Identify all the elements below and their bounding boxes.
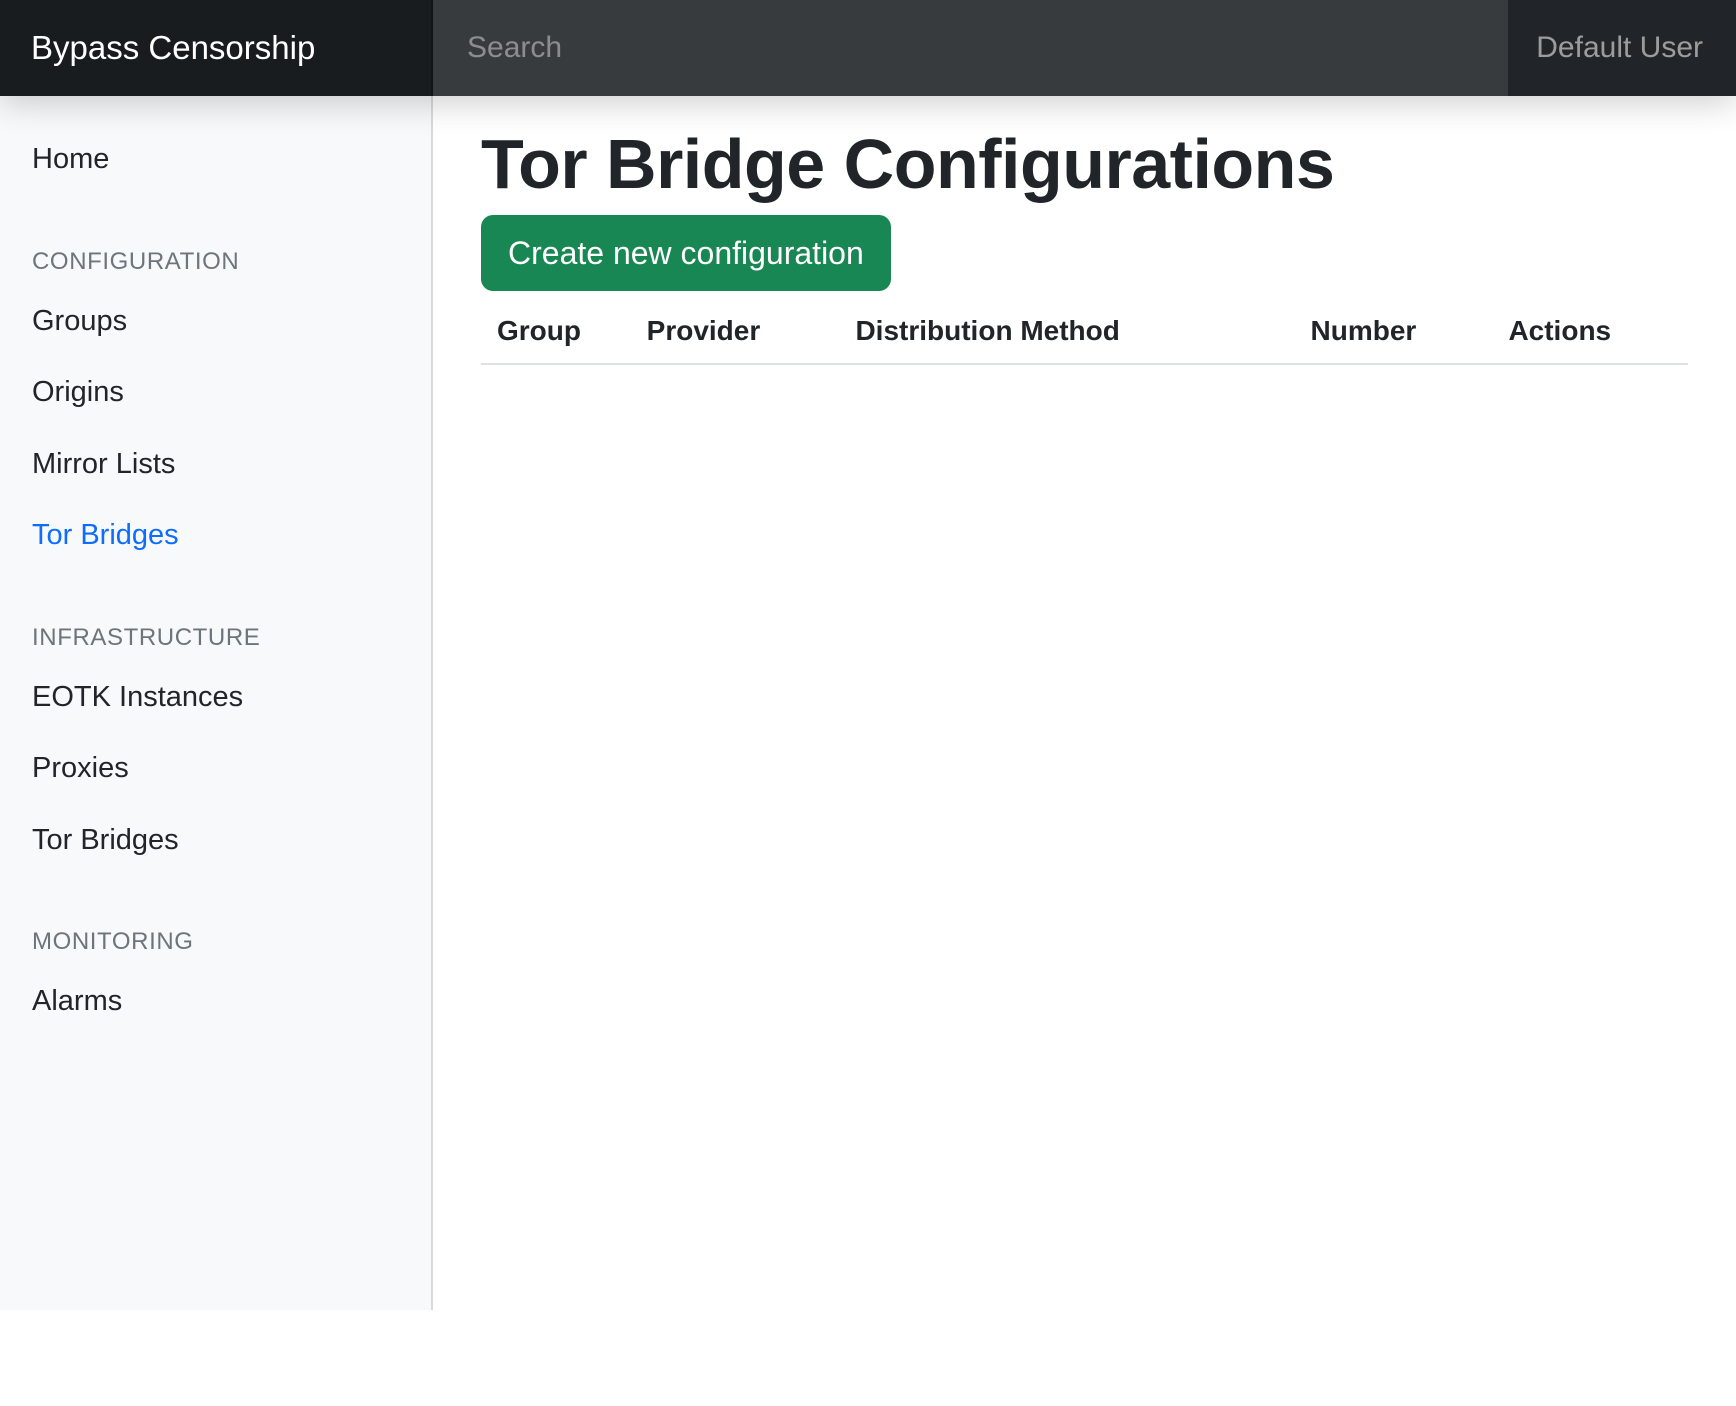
sidebar-item-tor-bridges-infrastructure[interactable]: Tor Bridges [0,805,431,877]
sidebar-section-configuration: CONFIGURATION [0,248,431,276]
sidebar-item-groups[interactable]: Groups [0,286,431,358]
sidebar-item-tor-bridges-configuration[interactable]: Tor Bridges [0,500,431,572]
user-menu[interactable]: Default User [1508,0,1736,96]
sidebar-nav-monitoring: Alarms [0,966,431,1038]
configurations-table: Group Provider Distribution Method Numbe… [481,299,1688,365]
user-menu-label: Default User [1536,31,1703,65]
sidebar-item-mirror-lists[interactable]: Mirror Lists [0,429,431,501]
sidebar-nav-configuration: Groups Origins Mirror Lists Tor Bridges [0,286,431,572]
sidebar-item-proxies[interactable]: Proxies [0,733,431,805]
column-header-actions: Actions [1492,299,1688,364]
column-header-number: Number [1295,299,1493,364]
sidebar: Home CONFIGURATION Groups Origins Mirror… [0,96,433,1310]
top-navbar: Bypass Censorship Default User [0,0,1736,96]
page-title: Tor Bridge Configurations [481,126,1688,203]
sidebar-item-home[interactable]: Home [0,124,431,196]
search-input[interactable] [433,0,1508,96]
create-configuration-button[interactable]: Create new configuration [481,215,891,291]
column-header-group: Group [481,299,631,364]
configurations-table-header: Group Provider Distribution Method Numbe… [481,299,1688,364]
sidebar-section-infrastructure: INFRASTRUCTURE [0,624,431,652]
column-header-provider: Provider [631,299,840,364]
sidebar-item-alarms[interactable]: Alarms [0,966,431,1038]
sidebar-item-origins[interactable]: Origins [0,357,431,429]
sidebar-item-eotk-instances[interactable]: EOTK Instances [0,662,431,734]
column-header-distribution-method: Distribution Method [839,299,1294,364]
sidebar-section-monitoring: MONITORING [0,928,431,956]
sidebar-nav-infrastructure: EOTK Instances Proxies Tor Bridges [0,662,431,877]
app-brand[interactable]: Bypass Censorship [0,0,433,96]
main-content: Tor Bridge Configurations Create new con… [433,96,1736,1310]
sidebar-nav-top: Home [0,124,431,196]
table-header-row: Group Provider Distribution Method Numbe… [481,299,1688,364]
